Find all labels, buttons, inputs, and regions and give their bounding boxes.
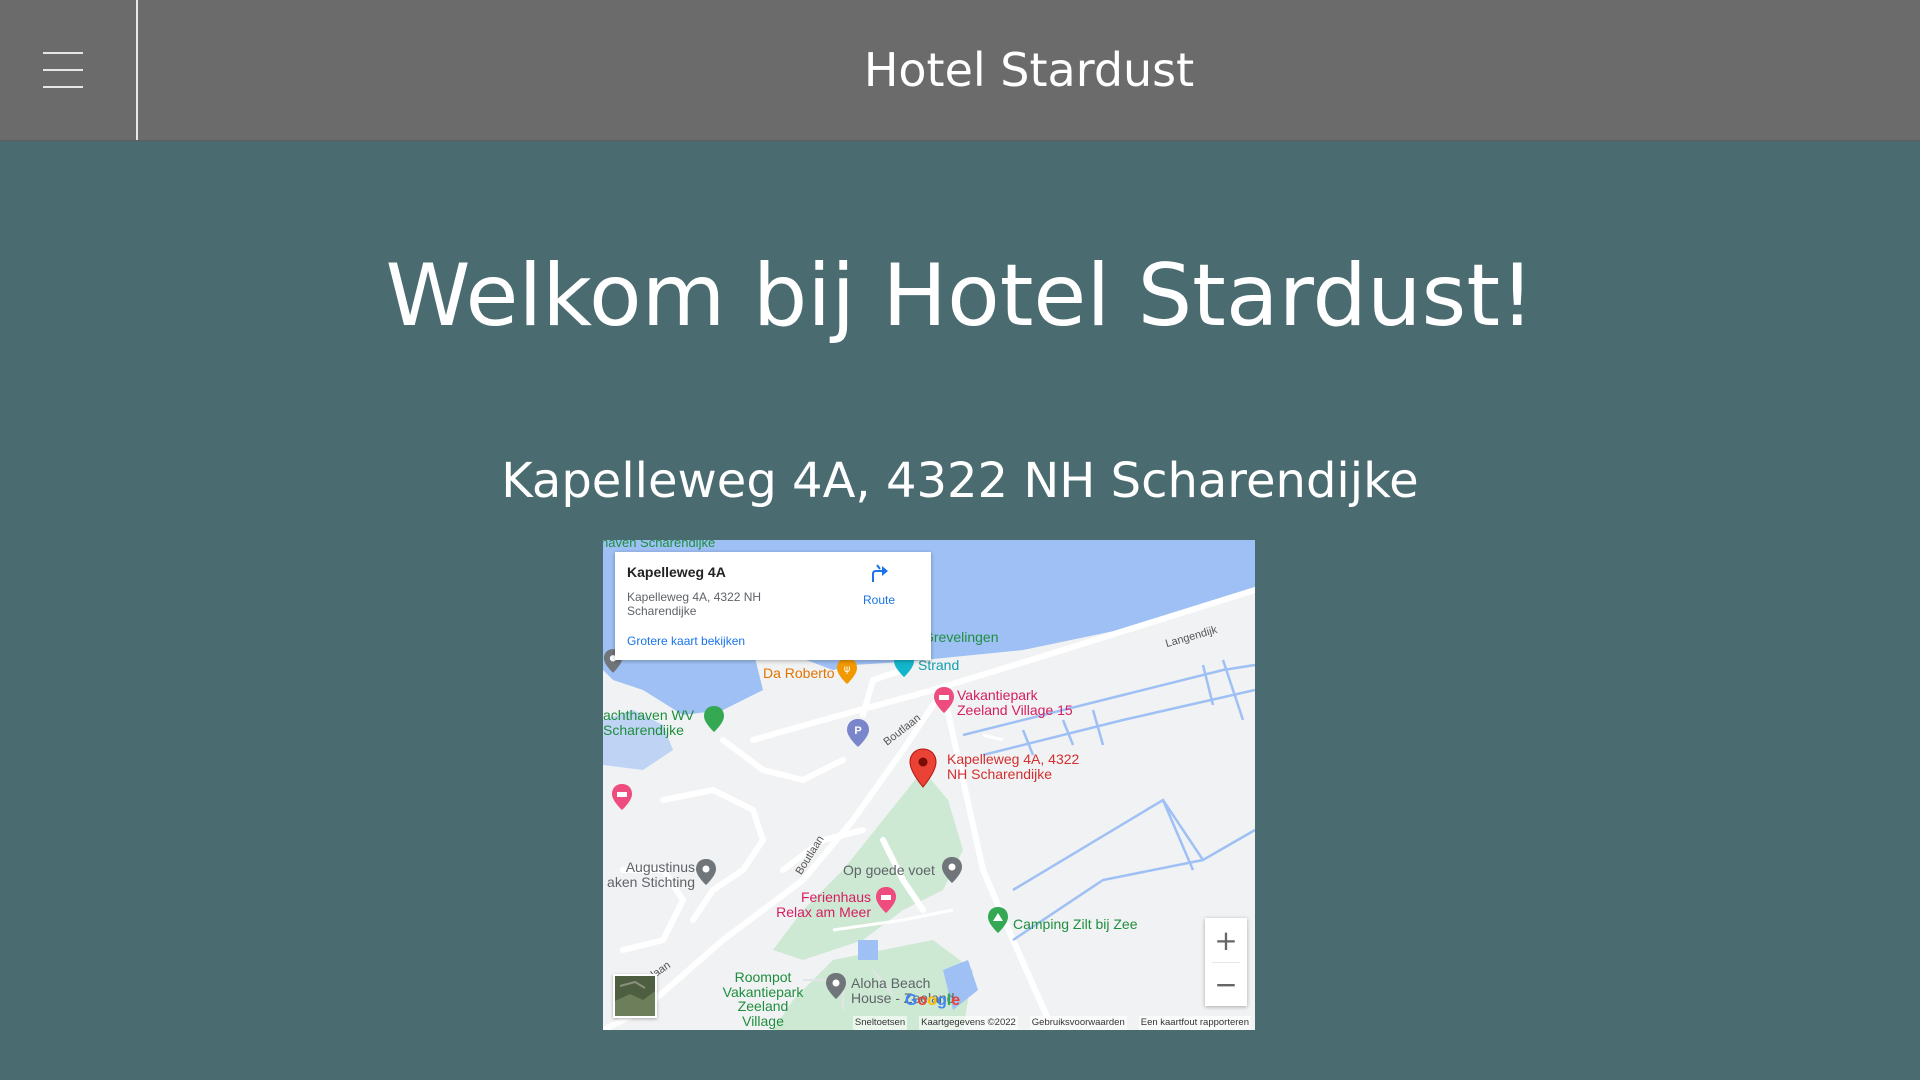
map-label: Ferienhaus Relax am Meer [776, 889, 871, 920]
menu-icon-line [43, 52, 83, 54]
location-marker-icon[interactable] [909, 748, 937, 788]
map-label: haven Scharendijke [603, 540, 716, 550]
zoom-in-button[interactable]: + [1205, 918, 1247, 962]
app-title: Hotel Stardust [863, 43, 1195, 97]
larger-map-link[interactable]: Grotere kaart bekijken [627, 634, 745, 648]
map-label: Da Roberto [763, 665, 835, 681]
map-label: Op goede voet [843, 862, 935, 878]
directions-icon [872, 564, 888, 582]
map-label: Camping Zilt bij Zee [1013, 916, 1138, 932]
svg-text:P: P [854, 725, 861, 737]
parking-icon[interactable]: P [846, 718, 870, 748]
embedded-map[interactable]: haven Scharendijke Grevelingen Strand Da… [603, 540, 1255, 1030]
map-footer: Sneltoetsen Kaartgegevens ©2022 Gebruiks… [603, 1016, 1255, 1030]
info-card-title: Kapelleweg 4A [627, 564, 726, 580]
menu-icon-line [43, 86, 83, 88]
satellite-thumbnail-icon [615, 976, 655, 1016]
hotel-icon[interactable] [875, 886, 897, 914]
hamburger-menu-button[interactable] [0, 0, 138, 140]
zoom-controls: + − [1205, 918, 1247, 1006]
hotel-icon[interactable] [933, 686, 955, 714]
map-label: Augustinus aken Stichting [607, 859, 695, 890]
map-label: Kapelleweg 4A, 4322 NH Scharendijke [947, 751, 1080, 782]
route-button[interactable]: Route [851, 562, 907, 607]
main-content: Welkom bij Hotel Stardust! Kapelleweg 4A… [0, 141, 1920, 1080]
zoom-out-button[interactable]: − [1205, 962, 1247, 1006]
map-label: Grevelingen [923, 629, 999, 645]
restaurant-icon[interactable]: ψ [836, 657, 858, 685]
map-data-text: Kaartgegevens ©2022 [919, 1016, 1018, 1030]
camping-icon[interactable] [987, 906, 1009, 934]
keyboard-shortcuts-link[interactable]: Sneltoetsen [852, 1016, 908, 1030]
place-icon[interactable] [941, 856, 963, 884]
svg-text:ψ: ψ [844, 664, 851, 675]
place-icon[interactable] [825, 972, 847, 1000]
hotel-icon[interactable] [611, 783, 633, 811]
map-label: Strand [918, 657, 960, 673]
google-logo: Google [905, 992, 961, 1009]
map-info-card: Kapelleweg 4A Kapelleweg 4A, 4322 NH Sch… [615, 552, 931, 660]
menu-icon-line [43, 69, 83, 71]
harbor-icon[interactable] [703, 705, 725, 733]
top-bar: Hotel Stardust [0, 0, 1920, 141]
info-card-address: Kapelleweg 4A, 4322 NH Scharendijke [627, 590, 762, 618]
satellite-layer-toggle[interactable] [613, 974, 657, 1018]
hotel-address: Kapelleweg 4A, 4322 NH Scharendijke [501, 453, 1419, 509]
place-icon[interactable] [695, 858, 717, 886]
welcome-heading: Welkom bij Hotel Stardust! [385, 246, 1535, 346]
report-error-link[interactable]: Een kaartfout rapporteren [1138, 1016, 1251, 1030]
map-label: achthaven WV Scharendijke [603, 707, 695, 738]
route-label: Route [862, 593, 896, 607]
terms-link[interactable]: Gebruiksvoorwaarden [1029, 1016, 1127, 1030]
map-label: Vakantiepark Zeeland Village 15 [957, 687, 1073, 718]
